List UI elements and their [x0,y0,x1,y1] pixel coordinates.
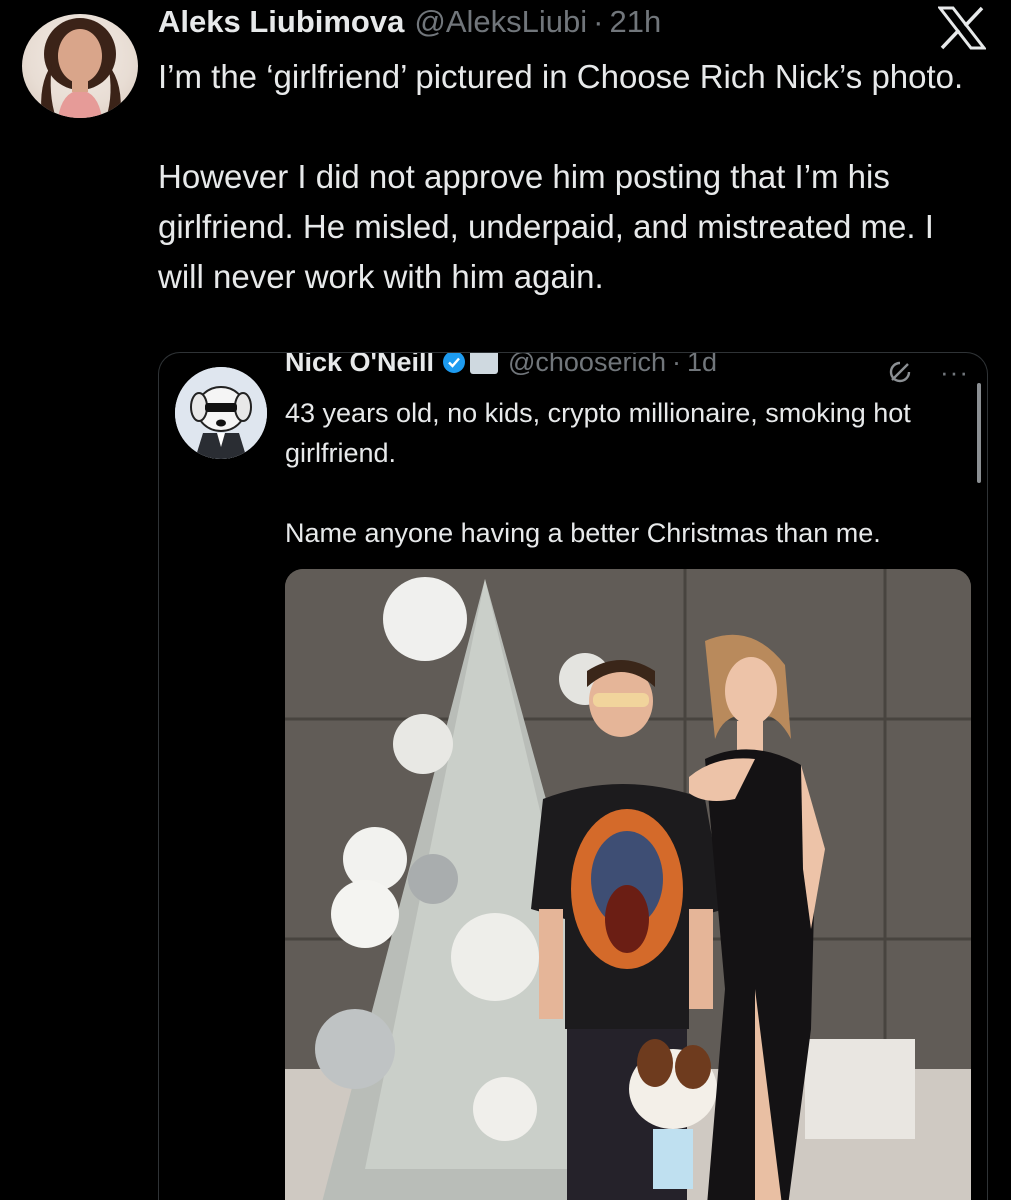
cartoon-dog-avatar-icon [175,367,267,459]
quoted-header-separator: · [671,352,681,377]
quoted-tweet-photo[interactable] [285,569,971,1200]
scrollbar-thumb[interactable] [977,383,981,483]
header-separator: · [593,4,604,39]
grok-icon[interactable] [887,359,913,385]
author-display-name[interactable]: Aleks Liubimova [158,4,404,40]
author-avatar[interactable] [22,14,138,118]
quoted-author-handle[interactable]: @chooserich [508,353,666,378]
more-options-button[interactable]: ··· [940,357,969,388]
quoted-tweet-paragraph: Name anyone having a better Christmas th… [285,518,881,548]
x-logo-icon [938,6,986,50]
quoted-tweet-body: 43 years old, no kids, crypto millionair… [285,393,965,553]
quoted-tweet-timestamp[interactable]: 1d [687,353,717,378]
quoted-author-avatar[interactable] [175,367,267,459]
quoted-tweet-header: Nick O'Neill @chooserich · 1d [285,352,717,378]
author-handle[interactable]: @AleksLiubi [414,4,587,40]
tweet-body: I’m the ‘girlfriend’ pictured in Choose … [158,52,988,302]
tweet: Aleks Liubimova @AleksLiubi · 21h I’m th… [0,0,1011,1200]
quoted-tweet[interactable]: Nick O'Neill @chooserich · 1d ··· 43 yea… [158,352,988,1200]
verified-badge-icon [442,353,465,373]
christmas-tree-couple-photo [285,569,971,1200]
tweet-header: Aleks Liubimova @AleksLiubi · 21h [158,4,661,44]
tweet-timestamp[interactable]: 21h [609,4,661,40]
quoted-tweet-paragraph: 43 years old, no kids, crypto millionair… [285,398,911,468]
author-avatar-image [41,18,121,118]
tweet-paragraph: I’m the ‘girlfriend’ pictured in Choose … [158,58,964,95]
affiliate-badge-icon [469,353,498,374]
quoted-author-display-name[interactable]: Nick O'Neill [285,353,434,378]
tweet-paragraph: However I did not approve him posting th… [158,158,934,295]
